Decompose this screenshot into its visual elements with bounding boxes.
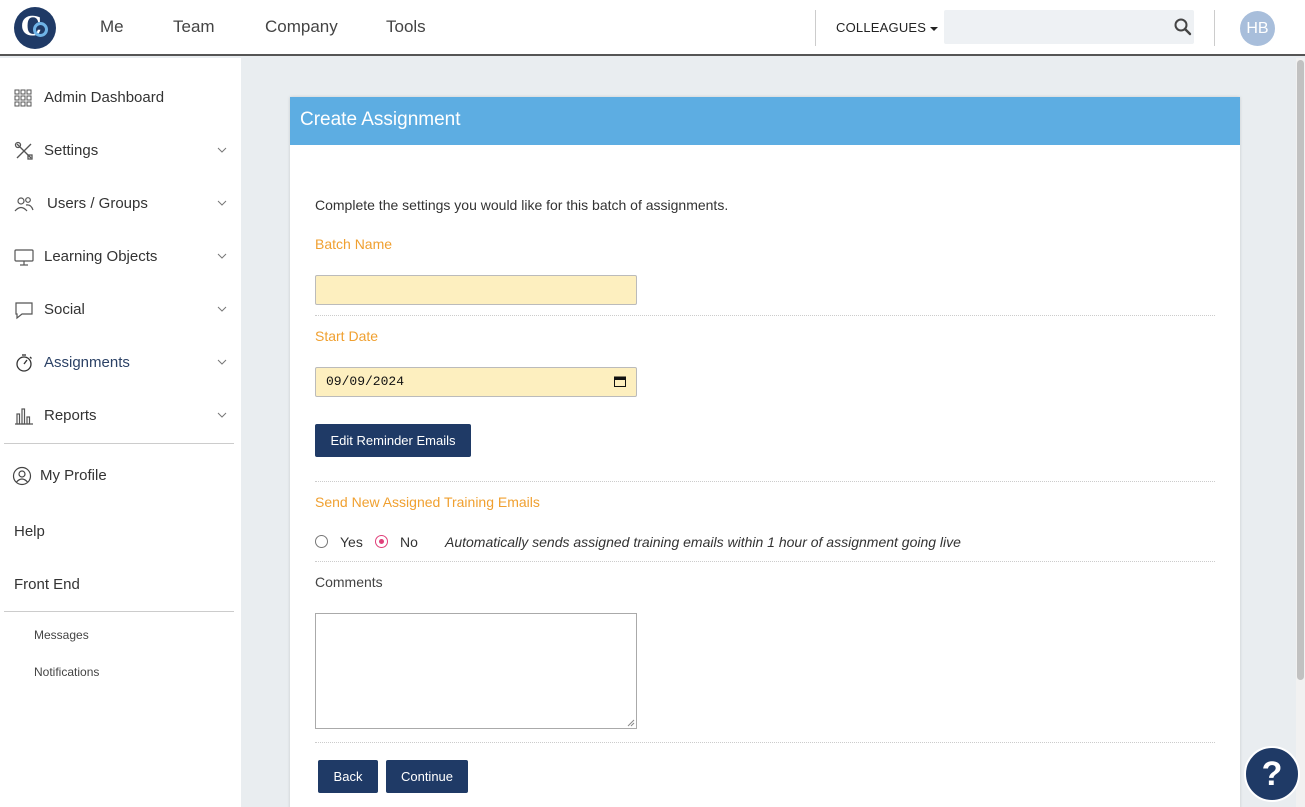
- help-fab-button[interactable]: ?: [1244, 746, 1300, 802]
- sidebar-item-label: Users / Groups: [47, 195, 148, 212]
- continue-button[interactable]: Continue: [386, 760, 468, 793]
- comments-label: Comments: [315, 574, 383, 590]
- divider: [315, 561, 1215, 562]
- user-circle-icon: [12, 466, 32, 486]
- create-assignment-card: Create Assignment Complete the settings …: [290, 97, 1240, 807]
- colleagues-dropdown[interactable]: COLLEAGUES: [836, 20, 939, 35]
- yes-label[interactable]: Yes: [340, 534, 363, 550]
- calendar-icon[interactable]: [614, 376, 626, 387]
- chevron-down-icon: [217, 200, 227, 206]
- sidebar-divider: [4, 443, 234, 444]
- comments-textarea[interactable]: [315, 613, 637, 729]
- sidebar-item-learning-objects[interactable]: Learning Objects: [14, 246, 229, 268]
- chevron-down-icon: [217, 253, 227, 259]
- sidebar-item-users-groups[interactable]: Users / Groups: [14, 193, 229, 215]
- sidebar-item-assignments[interactable]: Assignments: [14, 352, 229, 374]
- scrollbar-thumb[interactable]: [1297, 60, 1304, 680]
- intro-text: Complete the settings you would like for…: [315, 197, 729, 213]
- divider: [315, 315, 1215, 316]
- avatar[interactable]: HB: [1240, 11, 1275, 46]
- sidebar-item-my-profile[interactable]: My Profile: [12, 465, 227, 487]
- top-bar: C Me Team Company Tools COLLEAGUES HB: [0, 0, 1305, 56]
- grid-icon: [14, 89, 32, 107]
- batch-name-label: Batch Name: [315, 236, 393, 252]
- chevron-down-icon: [217, 359, 227, 365]
- sidebar-divider: [4, 611, 234, 612]
- logo[interactable]: C: [14, 7, 56, 49]
- sidebar-item-label: Social: [44, 301, 85, 318]
- caret-down-icon: [930, 26, 939, 31]
- sidebar-item-admin-dashboard[interactable]: Admin Dashboard: [14, 87, 229, 109]
- sidebar-item-settings[interactable]: Settings: [14, 140, 229, 162]
- chevron-down-icon: [217, 147, 227, 153]
- monitor-icon: [14, 249, 34, 266]
- start-date-value: 09/09/2024: [326, 374, 405, 389]
- stopwatch-icon: [16, 354, 32, 372]
- chat-bubble-icon: [15, 302, 33, 320]
- sidebar-item-reports[interactable]: Reports: [14, 405, 229, 427]
- sidebar-item-help[interactable]: Help: [14, 523, 45, 540]
- back-button[interactable]: Back: [318, 760, 378, 793]
- sidebar-item-label: Settings: [44, 142, 99, 159]
- sidebar-item-messages[interactable]: Messages: [34, 628, 89, 642]
- nav-divider: [815, 10, 816, 46]
- sidebar-item-notifications[interactable]: Notifications: [34, 665, 99, 679]
- search-icon[interactable]: [1174, 18, 1192, 36]
- nav-me[interactable]: Me: [100, 17, 124, 37]
- send-emails-hint: Automatically sends assigned training em…: [445, 534, 961, 550]
- nav-tools[interactable]: Tools: [386, 17, 426, 37]
- logo-o: [33, 22, 48, 37]
- sidebar: Admin Dashboard Settings Users / Groups: [0, 58, 241, 807]
- bar-chart-icon: [15, 408, 33, 425]
- sidebar-item-label: Assignments: [44, 354, 130, 371]
- search-input[interactable]: [944, 10, 1194, 44]
- start-date-label: Start Date: [315, 328, 379, 344]
- start-date-input[interactable]: 09/09/2024: [315, 367, 637, 397]
- colleagues-label: COLLEAGUES: [836, 20, 927, 35]
- users-icon: [14, 197, 34, 212]
- chevron-down-icon: [217, 412, 227, 418]
- tools-icon: [14, 141, 33, 160]
- nav-team[interactable]: Team: [173, 17, 215, 37]
- sidebar-item-social[interactable]: Social: [14, 299, 229, 321]
- send-emails-label: Send New Assigned Training Emails: [315, 494, 540, 510]
- no-label[interactable]: No: [400, 534, 418, 550]
- batch-name-input[interactable]: [315, 275, 637, 305]
- edit-reminder-emails-button[interactable]: Edit Reminder Emails: [315, 424, 471, 457]
- page-scrollbar[interactable]: [1296, 58, 1305, 807]
- sidebar-item-label: Admin Dashboard: [44, 89, 165, 106]
- sidebar-item-front-end[interactable]: Front End: [14, 576, 80, 593]
- resize-grip-icon[interactable]: [627, 719, 635, 727]
- chevron-down-icon: [217, 306, 227, 312]
- no-radio[interactable]: [375, 535, 388, 548]
- nav-company[interactable]: Company: [265, 17, 338, 37]
- sidebar-item-label: Learning Objects: [44, 248, 158, 265]
- sidebar-item-label: My Profile: [40, 467, 107, 484]
- divider: [315, 481, 1215, 482]
- yes-radio[interactable]: [315, 535, 328, 548]
- divider: [315, 742, 1215, 743]
- avatar-divider: [1214, 10, 1215, 46]
- sidebar-item-label: Reports: [44, 407, 97, 424]
- card-title: Create Assignment: [290, 97, 1240, 145]
